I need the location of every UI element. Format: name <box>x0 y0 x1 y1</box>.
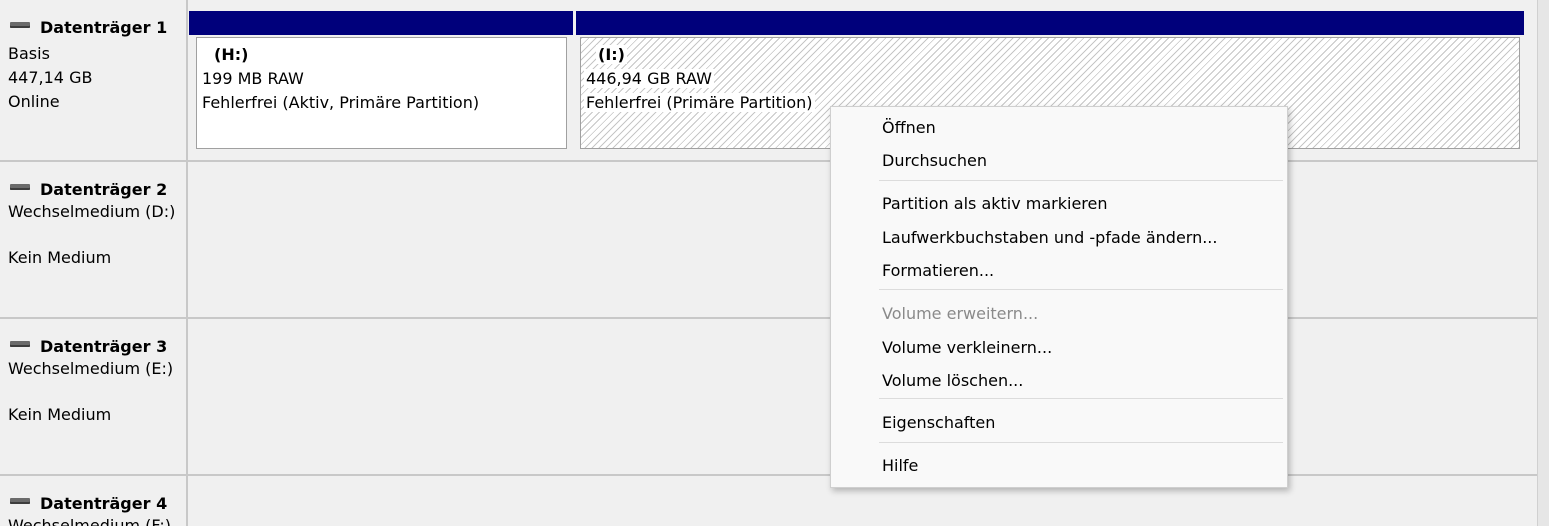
menu-separator <box>879 289 1283 290</box>
menu-item-help[interactable]: Hilfe <box>882 451 918 481</box>
partition-h-title: (H:) <box>212 45 251 64</box>
disk-1-title: Datenträger 1 <box>10 18 167 37</box>
disk-4-title: Datenträger 4 <box>10 494 167 513</box>
disk-1-capacity: 447,14 GB <box>8 68 93 87</box>
disk-1-status: Online <box>8 92 60 111</box>
partition-i-bar <box>576 11 1524 35</box>
partition-i-size: 446,94 GB RAW <box>584 69 714 88</box>
menu-item-format[interactable]: Formatieren... <box>882 256 994 286</box>
menu-item-delete-volume[interactable]: Volume löschen... <box>882 366 1023 396</box>
disk-1-name: Datenträger 1 <box>40 18 168 37</box>
partition-h-size: 199 MB RAW <box>200 69 306 88</box>
disk-2-row: Datenträger 2 Wechselmedium (D:) Kein Me… <box>0 162 1537 317</box>
disk-2-label-cell[interactable]: Datenträger 2 Wechselmedium (D:) Kein Me… <box>0 162 188 317</box>
menu-separator <box>879 398 1283 399</box>
disk-2-name: Datenträger 2 <box>40 180 168 199</box>
disk-2-status: Kein Medium <box>8 248 112 267</box>
drive-icon <box>10 497 30 504</box>
disk-3-status: Kein Medium <box>8 405 112 424</box>
menu-item-open[interactable]: Öffnen <box>882 113 936 143</box>
menu-item-mark-active[interactable]: Partition als aktiv markieren <box>882 189 1108 219</box>
partition-h-status: Fehlerfrei (Aktiv, Primäre Partition) <box>200 93 482 112</box>
drive-icon <box>10 183 30 190</box>
menu-item-explore[interactable]: Durchsuchen <box>882 146 987 176</box>
disk-3-title: Datenträger 3 <box>10 337 167 356</box>
partition-h-bar <box>189 11 573 35</box>
menu-item-change-letter[interactable]: Laufwerkbuchstaben und -pfade ändern... <box>882 223 1217 253</box>
menu-item-properties[interactable]: Eigenschaften <box>882 408 995 438</box>
menu-item-shrink-volume[interactable]: Volume verkleinern... <box>882 333 1052 363</box>
disk-3-label-cell[interactable]: Datenträger 3 Wechselmedium (E:) Kein Me… <box>0 319 188 474</box>
disk-3-type: Wechselmedium (E:) <box>8 359 174 378</box>
disk-1-label-cell[interactable]: Datenträger 1 Basis 447,14 GB Online <box>0 0 188 160</box>
disk-4-label-cell[interactable]: Datenträger 4 Wechselmedium (F:) <box>0 476 188 526</box>
disk-3-row: Datenträger 3 Wechselmedium (E:) Kein Me… <box>0 319 1537 474</box>
disk-3-name: Datenträger 3 <box>40 337 168 356</box>
disk-4-type: Wechselmedium (F:) <box>8 516 171 526</box>
vertical-scrollbar[interactable] <box>1537 0 1549 526</box>
drive-icon <box>10 340 30 347</box>
partition-h-box[interactable]: (H:) 199 MB RAW Fehlerfrei (Aktiv, Primä… <box>196 37 567 149</box>
menu-separator <box>879 180 1283 181</box>
partition-i-status: Fehlerfrei (Primäre Partition) <box>584 93 815 112</box>
context-menu: Öffnen Durchsuchen Partition als aktiv m… <box>830 106 1288 488</box>
disk-2-type: Wechselmedium (D:) <box>8 202 176 221</box>
menu-item-extend-volume: Volume erweitern... <box>882 304 1039 323</box>
partition-i-title: (I:) <box>596 45 627 64</box>
disk-2-title: Datenträger 2 <box>10 180 167 199</box>
disk-1-type: Basis <box>8 44 50 63</box>
drive-icon <box>10 21 30 28</box>
disk-4-name: Datenträger 4 <box>40 494 168 513</box>
menu-separator <box>879 442 1283 443</box>
disk-1-row: Datenträger 1 Basis 447,14 GB Online (H:… <box>0 0 1537 160</box>
disk-4-row: Datenträger 4 Wechselmedium (F:) <box>0 476 1537 526</box>
